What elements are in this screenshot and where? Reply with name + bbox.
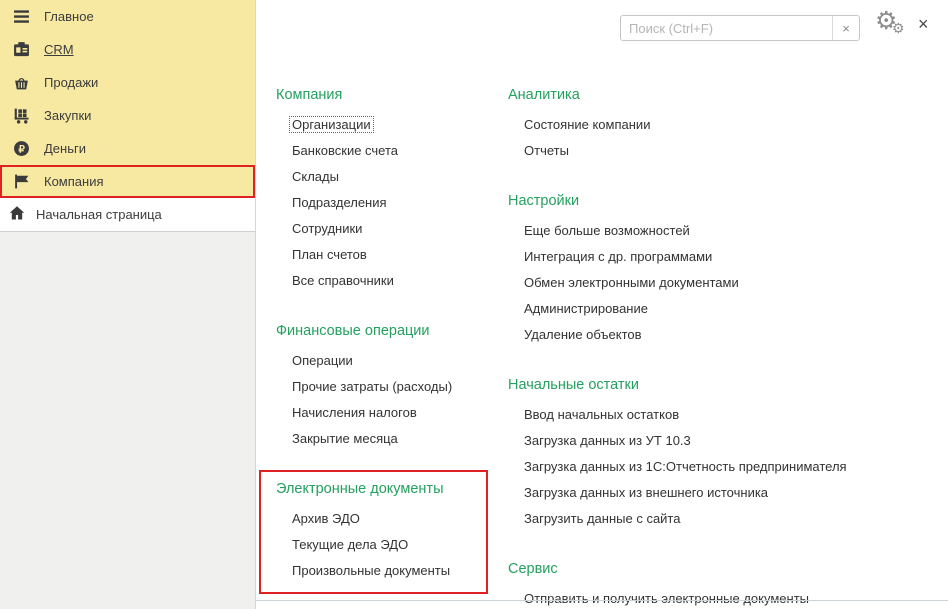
menu-item[interactable]: Загрузка данных из внешнего источника [524, 480, 942, 506]
section-title: Аналитика [508, 87, 580, 103]
menu-item[interactable]: Загрузка данных из УТ 10.3 [524, 428, 942, 454]
section-list: Ввод начальных остатков Загрузка данных … [508, 402, 942, 532]
menu-item[interactable]: Подразделения [292, 190, 516, 216]
menu-item[interactable]: Архив ЭДО [292, 506, 486, 532]
crm-icon [13, 41, 30, 58]
menu-item[interactable]: Произвольные документы [292, 558, 486, 584]
section-finance: Финансовые операции Операции Прочие затр… [276, 320, 516, 452]
basket-icon [13, 74, 30, 91]
menu-item[interactable]: Банковские счета [292, 138, 516, 164]
menu-item[interactable]: Склады [292, 164, 516, 190]
section-analytics: Аналитика Состояние компании Отчеты [508, 84, 942, 164]
section-title: Сервис [508, 561, 558, 577]
menu-item[interactable]: Текущие дела ЭДО [292, 532, 486, 558]
sidebar-item-label: Закупки [44, 108, 92, 123]
menu-item[interactable]: Сотрудники [292, 216, 516, 242]
menu-item[interactable]: Состояние компании [524, 112, 942, 138]
menu-item[interactable]: Удаление объектов [524, 322, 942, 348]
search-box: × [620, 15, 860, 41]
section-title: Электронные документы [276, 481, 444, 497]
section-title: Начальные остатки [508, 377, 639, 393]
sidebar-item-label: Продажи [44, 75, 99, 90]
gear-small-icon: ⚙ [892, 20, 905, 36]
menu-item[interactable]: Администрирование [524, 296, 942, 322]
app-window: Главное CRM Продажи Закупки ₽ Деньги Ком… [0, 0, 948, 609]
search-input[interactable] [621, 16, 832, 40]
sidebar-item-label: Деньги [44, 141, 86, 156]
section-edocuments-highlighted: Электронные документы Архив ЭДО Текущие … [259, 470, 488, 594]
menu-item[interactable]: Интеграция с др. программами [524, 244, 942, 270]
section-list: Еще больше возможностей Интеграция с др.… [508, 218, 942, 348]
section-title: Финансовые операции [276, 323, 430, 339]
sidebar-item-label: Главное [44, 9, 94, 24]
menu-column-1: Компания Организации Банковские счета Ск… [259, 84, 516, 609]
sidebar-item-main[interactable]: Главное [0, 0, 255, 33]
menu-item[interactable]: Отчеты [524, 138, 942, 164]
sidebar-item-label: Компания [44, 174, 104, 189]
menu-item[interactable]: Отправить и получить электронные докумен… [524, 586, 942, 609]
svg-text:₽: ₽ [19, 144, 26, 155]
function-menu-panel: × ⚙ ⚙ × Компания Организации Банковские … [256, 0, 948, 609]
menu-item[interactable]: Все справочники [292, 268, 516, 294]
sidebar-item-sales[interactable]: Продажи [0, 66, 255, 99]
menu-item[interactable]: Прочие затраты (расходы) [292, 374, 516, 400]
section-list: Операции Прочие затраты (расходы) Начисл… [276, 348, 516, 452]
sidebar-item-label: Начальная страница [36, 207, 162, 222]
sidebar-item-label: CRM [44, 42, 74, 57]
section-list: Отправить и получить электронные докумен… [508, 586, 942, 609]
sidebar-item-company[interactable]: Компания [0, 165, 255, 198]
menu-item[interactable]: Загрузить данные с сайта [524, 506, 942, 532]
menu-item[interactable]: Организации [289, 112, 516, 138]
sidebar-item-home[interactable]: Начальная страница [0, 198, 255, 232]
menu-item[interactable]: Ввод начальных остатков [524, 402, 942, 428]
ruble-icon: ₽ [13, 140, 30, 157]
menu-item[interactable]: Еще больше возможностей [524, 218, 942, 244]
section-title: Компания [276, 87, 343, 103]
section-company: Компания Организации Банковские счета Ск… [276, 84, 516, 294]
section-list: Состояние компании Отчеты [508, 112, 942, 164]
close-button[interactable]: × [918, 15, 929, 33]
menu-item-focused[interactable]: Организации [289, 116, 374, 133]
settings-gear-button[interactable]: ⚙ ⚙ [873, 7, 909, 44]
section-opening-balances: Начальные остатки Ввод начальных остатко… [508, 374, 942, 532]
sidebar-sections: Главное CRM Продажи Закупки ₽ Деньги Ком… [0, 0, 255, 198]
sidebar-item-purchases[interactable]: Закупки [0, 99, 255, 132]
section-list: Архив ЭДО Текущие дела ЭДО Произвольные … [276, 506, 486, 584]
flag-icon [13, 173, 30, 190]
section-settings: Настройки Еще больше возможностей Интегр… [508, 190, 942, 348]
section-title: Настройки [508, 193, 580, 209]
menu-item[interactable]: Загрузка данных из 1С:Отчетность предпри… [524, 454, 942, 480]
window-bottom-divider [256, 600, 948, 601]
sidebar-item-money[interactable]: ₽ Деньги [0, 132, 255, 165]
section-list: Организации Банковские счета Склады Подр… [276, 112, 516, 294]
menu-item[interactable]: Начисления налогов [292, 400, 516, 426]
sidebar-item-crm[interactable]: CRM [0, 33, 255, 66]
menu-item[interactable]: Обмен электронными документами [524, 270, 942, 296]
section-sidebar: Главное CRM Продажи Закупки ₽ Деньги Ком… [0, 0, 256, 609]
menu-icon [13, 8, 30, 25]
home-icon [9, 205, 25, 224]
search-clear-button[interactable]: × [832, 16, 859, 40]
menu-column-2: Аналитика Состояние компании Отчеты Наст… [508, 84, 942, 609]
section-service: Сервис Отправить и получить электронные … [508, 558, 942, 609]
menu-item[interactable]: Операции [292, 348, 516, 374]
cart-icon [13, 107, 30, 124]
menu-item[interactable]: План счетов [292, 242, 516, 268]
menu-item[interactable]: Закрытие месяца [292, 426, 516, 452]
